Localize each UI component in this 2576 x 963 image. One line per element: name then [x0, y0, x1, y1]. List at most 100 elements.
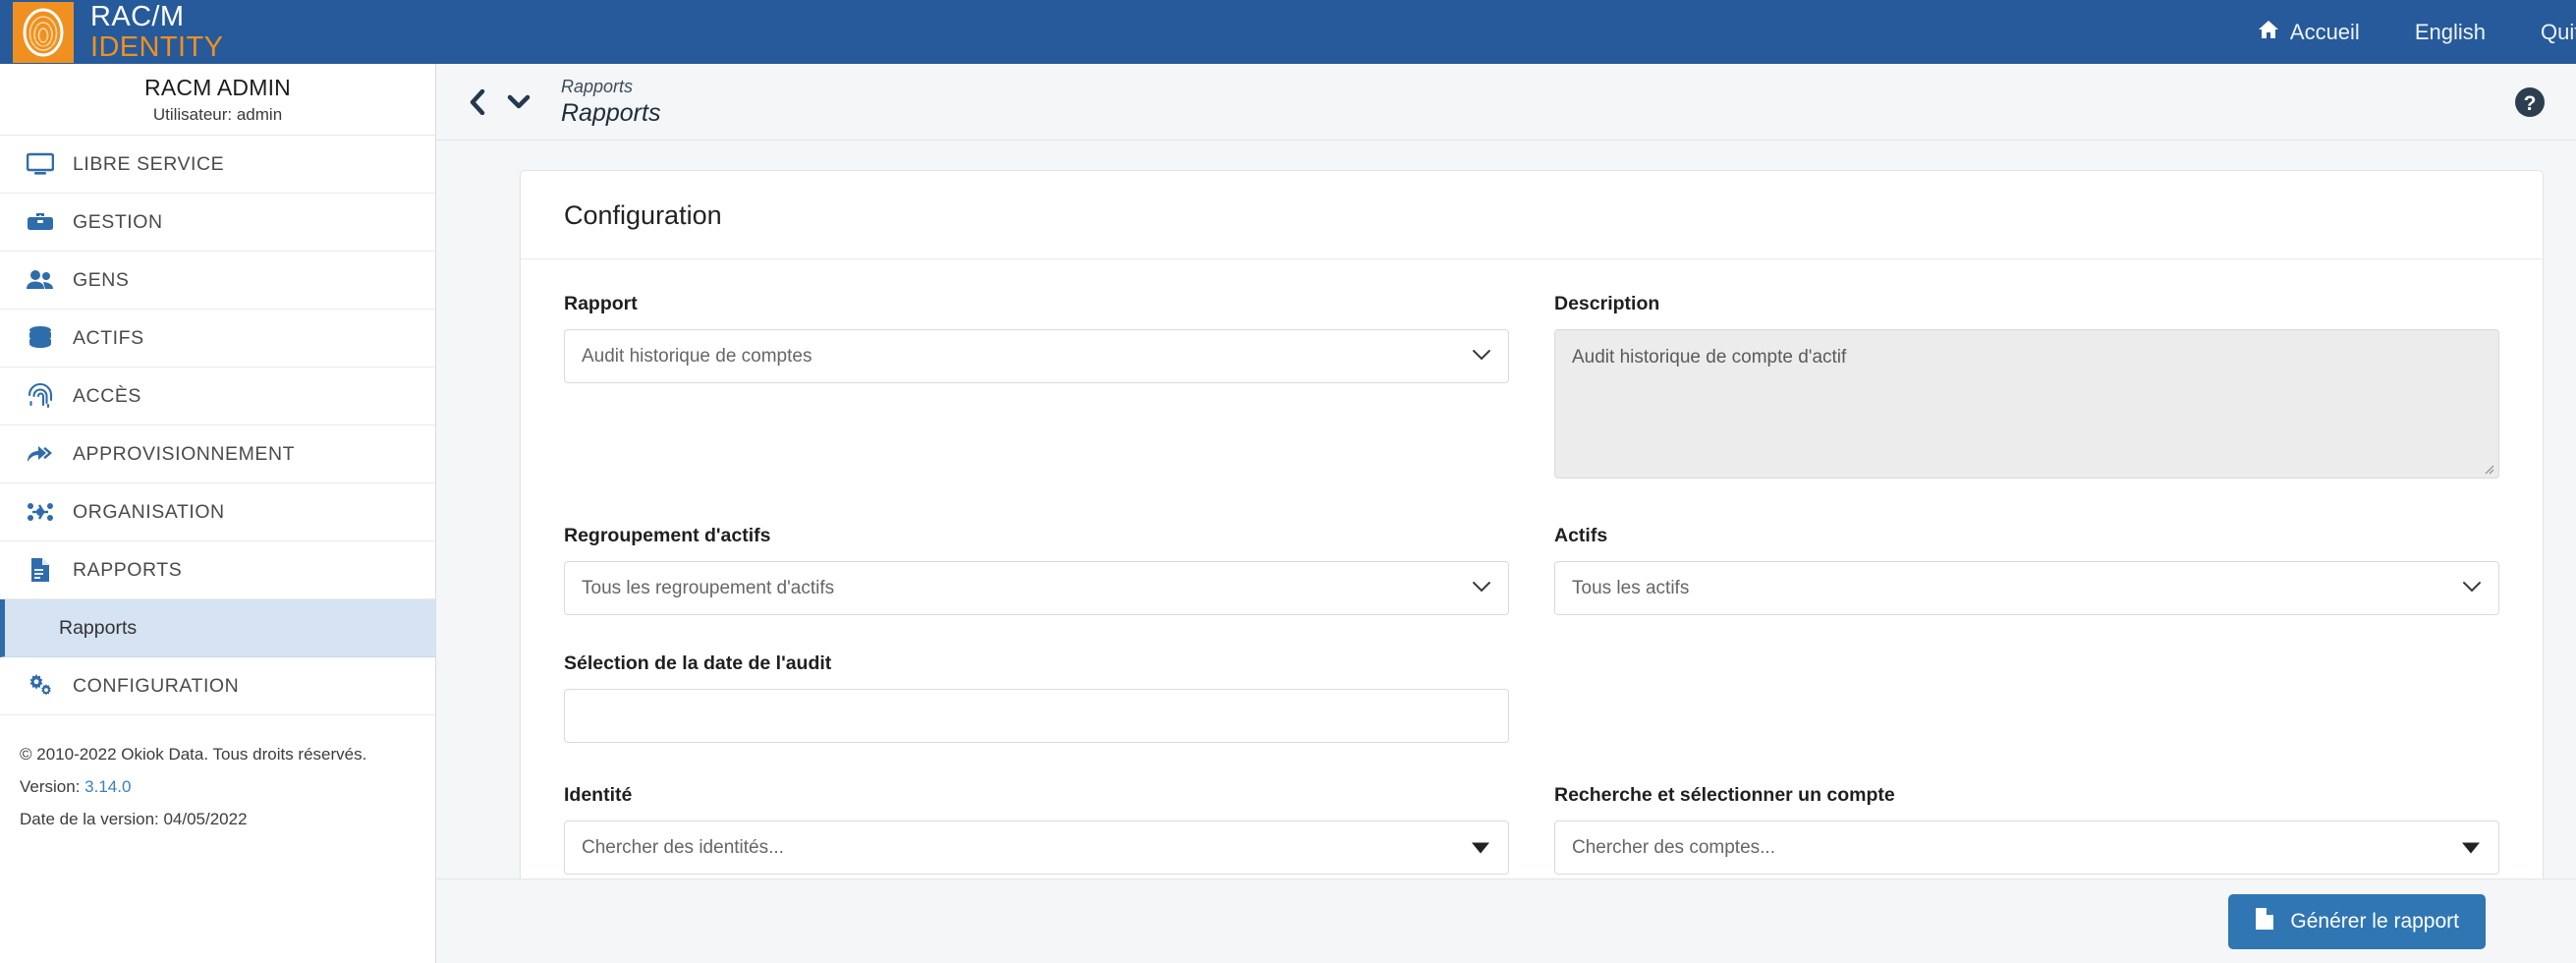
sidebar-item-configuration[interactable]: CONFIGURATION — [0, 657, 435, 715]
sidebar-label-rapports: RAPPORTS — [73, 558, 183, 581]
share-arrow-icon — [18, 442, 63, 466]
identite-placeholder: Chercher des identités... — [582, 836, 784, 858]
chevron-down-icon[interactable] — [507, 93, 531, 110]
topnav-item-english[interactable]: English — [2415, 20, 2486, 45]
actifs-select-value: Tous les actifs — [1572, 577, 1690, 598]
topnav-label-accueil: Accueil — [2289, 19, 2360, 44]
sitemap-icon — [18, 499, 63, 525]
rapport-select[interactable]: Audit historique de comptes — [564, 329, 1509, 383]
topnav-label-english: English — [2414, 19, 2486, 44]
sidebar-label-configuration: CONFIGURATION — [73, 674, 240, 697]
brand-wordmark: RAC/M IDENTITY — [90, 0, 224, 63]
gears-icon — [18, 673, 63, 699]
sidebar-label-acces: ACCÈS — [73, 384, 141, 407]
release-date: Date de la version: 04/05/2022 — [20, 810, 248, 828]
form-col-right-3: Recherche et sélectionner un compte Cher… — [1554, 784, 2499, 875]
breadcrumb-nav — [469, 88, 531, 115]
field-identite: Identité Chercher des identités... — [564, 784, 1509, 875]
copyright-text: © 2010-2022 Okiok Data. Tous droits rése… — [20, 745, 367, 764]
form-col-left-3: Identité Chercher des identités... — [564, 784, 1509, 875]
identite-search-select[interactable]: Chercher des identités... — [564, 821, 1509, 875]
sidebar-sublabel-rapports: Rapports — [59, 616, 138, 639]
form-row-2: Regroupement d'actifs Tous les regroupem… — [564, 525, 2499, 743]
field-description: Description — [1554, 293, 2499, 483]
sidebar-label-organisation: ORGANISATION — [73, 500, 225, 523]
brand-line-1: RAC/M — [90, 0, 185, 32]
configuration-card: Configuration Rapport Audit historique d… — [520, 170, 2544, 923]
breadcrumb: Rapports Rapports — [561, 78, 660, 126]
topnav-item-quitter[interactable]: Quitter — [2541, 20, 2576, 45]
monitor-icon — [18, 152, 63, 176]
database-icon — [18, 325, 63, 351]
form-row-3: Identité Chercher des identités... Reche… — [564, 784, 2499, 875]
sidebar-footer: © 2010-2022 Okiok Data. Tous droits rése… — [0, 715, 435, 829]
generate-report-button[interactable]: Générer le rapport — [2228, 893, 2486, 949]
top-header-bar: RAC/M IDENTITY Accueil English Quitter — [0, 0, 2576, 64]
date-audit-input[interactable] — [564, 689, 1509, 743]
sidebar-item-libre-service[interactable]: LIBRE SERVICE — [0, 136, 435, 194]
topnav-label-quitter: Quitter — [2540, 19, 2576, 44]
card-body: Rapport Audit historique de comptes Desc… — [521, 259, 2543, 922]
actifs-select[interactable]: Tous les actifs — [1554, 561, 2499, 615]
brand-logo[interactable]: RAC/M IDENTITY — [0, 0, 224, 63]
sidebar-item-organisation[interactable]: ORGANISATION — [0, 483, 435, 541]
home-icon — [2258, 20, 2279, 45]
regroupement-select-value: Tous les regroupement d'actifs — [582, 577, 835, 598]
label-description: Description — [1554, 293, 1660, 314]
sidebar-label-actifs: ACTIFS — [73, 326, 144, 349]
topnav-item-accueil[interactable]: Accueil — [2258, 20, 2360, 45]
form-row-1: Rapport Audit historique de comptes Desc… — [564, 293, 2499, 483]
sidebar-label-gens: GENS — [73, 268, 130, 291]
regroupement-select[interactable]: Tous les regroupement d'actifs — [564, 561, 1509, 615]
sidebar-item-acces[interactable]: ACCÈS — [0, 368, 435, 425]
chevron-down-icon — [2462, 578, 2482, 599]
label-rapport: Rapport — [564, 293, 638, 314]
sidebar-item-rapports[interactable]: RAPPORTS — [0, 541, 435, 599]
form-col-left-2: Regroupement d'actifs Tous les regroupem… — [564, 525, 1509, 743]
version-value[interactable]: 3.14.0 — [84, 777, 131, 796]
top-navigation: Accueil English Quitter — [2258, 0, 2576, 64]
compte-placeholder: Chercher des comptes... — [1572, 836, 1775, 858]
brand-line-2: IDENTITY — [90, 30, 224, 63]
label-regroupement: Regroupement d'actifs — [564, 525, 771, 546]
version-label: Version: — [20, 777, 81, 796]
generate-report-label: Générer le rapport — [2290, 909, 2459, 933]
user-info-block: RACM ADMIN Utilisateur: admin — [0, 64, 435, 136]
compte-search-select[interactable]: Chercher des comptes... — [1554, 821, 2499, 875]
sidebar-item-gens[interactable]: GENS — [0, 252, 435, 310]
toolbox-icon — [18, 210, 63, 234]
chevron-left-icon[interactable] — [469, 88, 485, 115]
sidebar-item-approvisionnement[interactable]: APPROVISIONNEMENT — [0, 425, 435, 483]
bottom-action-bar: Générer le rapport — [436, 878, 2576, 963]
form-col-right-2: Actifs Tous les actifs — [1554, 525, 2499, 743]
sidebar-item-gestion[interactable]: GESTION — [0, 194, 435, 252]
field-regroupement: Regroupement d'actifs Tous les regroupem… — [564, 525, 1509, 615]
triangle-down-icon — [2462, 842, 2480, 853]
chevron-down-icon — [1472, 578, 1491, 599]
fingerprint-logo-icon — [13, 1, 74, 63]
document-icon — [2255, 907, 2274, 936]
content-region: Configuration Rapport Audit historique d… — [436, 141, 2576, 923]
label-identite: Identité — [564, 784, 633, 806]
label-date-audit: Sélection de la date de l'audit — [564, 652, 832, 674]
sidebar-label-libre-service: LIBRE SERVICE — [73, 152, 225, 175]
description-wrapper — [1554, 329, 2499, 483]
sidebar-subitem-rapports[interactable]: Rapports — [0, 599, 435, 657]
sidebar-item-actifs[interactable]: ACTIFS — [0, 310, 435, 368]
users-icon — [18, 268, 63, 292]
field-compte: Recherche et sélectionner un compte Cher… — [1554, 784, 2499, 875]
main-content: Rapports Rapports ? Configuration Rappor… — [436, 64, 2576, 963]
card-header: Configuration — [521, 171, 2543, 259]
description-textarea[interactable] — [1554, 329, 2499, 479]
field-date-audit: Sélection de la date de l'audit — [564, 652, 1509, 743]
sidebar-label-approvisionnement: APPROVISIONNEMENT — [73, 442, 296, 465]
page-title: Rapports — [561, 99, 661, 127]
breadcrumb-parent[interactable]: Rapports — [561, 78, 660, 95]
help-circle-icon[interactable]: ? — [2513, 85, 2547, 119]
breadcrumb-bar: Rapports Rapports ? — [436, 64, 2576, 141]
svg-text:?: ? — [2524, 92, 2537, 115]
user-login: Utilisateur: admin — [152, 104, 283, 124]
card-title: Configuration — [564, 200, 722, 230]
